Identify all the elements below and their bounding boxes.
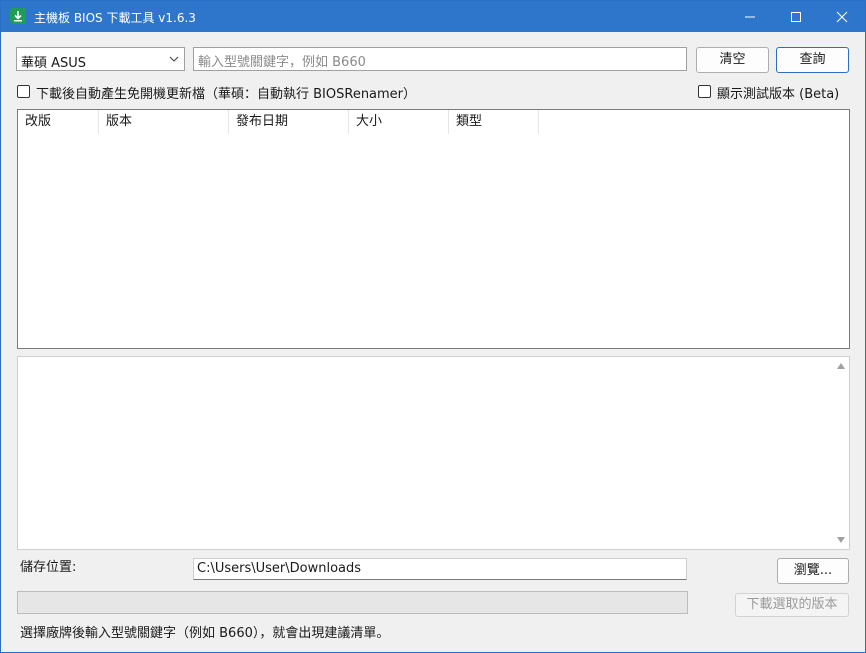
download-progress-bar bbox=[17, 591, 688, 614]
auto-rename-checkbox[interactable] bbox=[17, 85, 30, 98]
window-title: 主機板 BIOS 下載工具 v1.6.3 bbox=[34, 11, 196, 25]
maximize-icon bbox=[791, 12, 801, 22]
brand-select-value: 華碩 ASUS bbox=[21, 56, 87, 71]
app-window: 主機板 BIOS 下載工具 v1.6.3 華碩 ASUS 輸入型號關鍵字，例如 … bbox=[0, 0, 866, 653]
query-button[interactable]: 查詢 bbox=[776, 47, 849, 73]
maximize-button[interactable] bbox=[773, 1, 819, 32]
search-placeholder: 輸入型號關鍵字，例如 B660 bbox=[198, 55, 366, 70]
minimize-icon bbox=[745, 16, 755, 18]
status-message: 選擇廠牌後輸入型號關鍵字（例如 B660），就會出現建議清單。 bbox=[20, 626, 390, 641]
brand-select[interactable]: 華碩 ASUS bbox=[16, 47, 185, 71]
scroll-up-arrow-icon[interactable] bbox=[837, 363, 845, 369]
clear-button[interactable]: 清空 bbox=[696, 47, 769, 73]
download-selected-button[interactable]: 下載選取的版本 bbox=[735, 593, 849, 617]
title-bar[interactable]: 主機板 BIOS 下載工具 v1.6.3 bbox=[1, 1, 865, 32]
minimize-button[interactable] bbox=[727, 1, 773, 32]
log-scrollbar[interactable] bbox=[832, 357, 849, 549]
log-textbox[interactable] bbox=[17, 356, 850, 550]
show-beta-checkbox[interactable] bbox=[698, 85, 711, 98]
bios-version-table[interactable]: 改版 版本 發布日期 大小 類型 bbox=[17, 109, 850, 349]
save-path-value: C:\Users\User\Downloads bbox=[197, 561, 362, 576]
scroll-down-arrow-icon[interactable] bbox=[837, 537, 845, 543]
column-header-release-date[interactable]: 發布日期 bbox=[229, 110, 349, 134]
column-header-type[interactable]: 類型 bbox=[449, 110, 539, 134]
download-arrow-icon bbox=[10, 8, 26, 24]
browse-button[interactable]: 瀏覽... bbox=[777, 558, 849, 584]
column-header-revision[interactable]: 改版 bbox=[18, 110, 99, 134]
column-header-size[interactable]: 大小 bbox=[349, 110, 449, 134]
close-icon bbox=[836, 11, 848, 23]
chevron-down-icon bbox=[169, 56, 179, 62]
save-location-label: 儲存位置: bbox=[20, 560, 77, 575]
close-button[interactable] bbox=[819, 1, 865, 32]
show-beta-label[interactable]: 顯示測試版本 (Beta) bbox=[717, 83, 839, 102]
model-search-input[interactable]: 輸入型號關鍵字，例如 B660 bbox=[193, 47, 687, 71]
column-header-version[interactable]: 版本 bbox=[99, 110, 229, 134]
auto-rename-label[interactable]: 下載後自動產生免開機更新檔（華碩：自動執行 BIOSRenamer） bbox=[36, 83, 416, 102]
save-path-input[interactable]: C:\Users\User\Downloads bbox=[193, 558, 687, 580]
